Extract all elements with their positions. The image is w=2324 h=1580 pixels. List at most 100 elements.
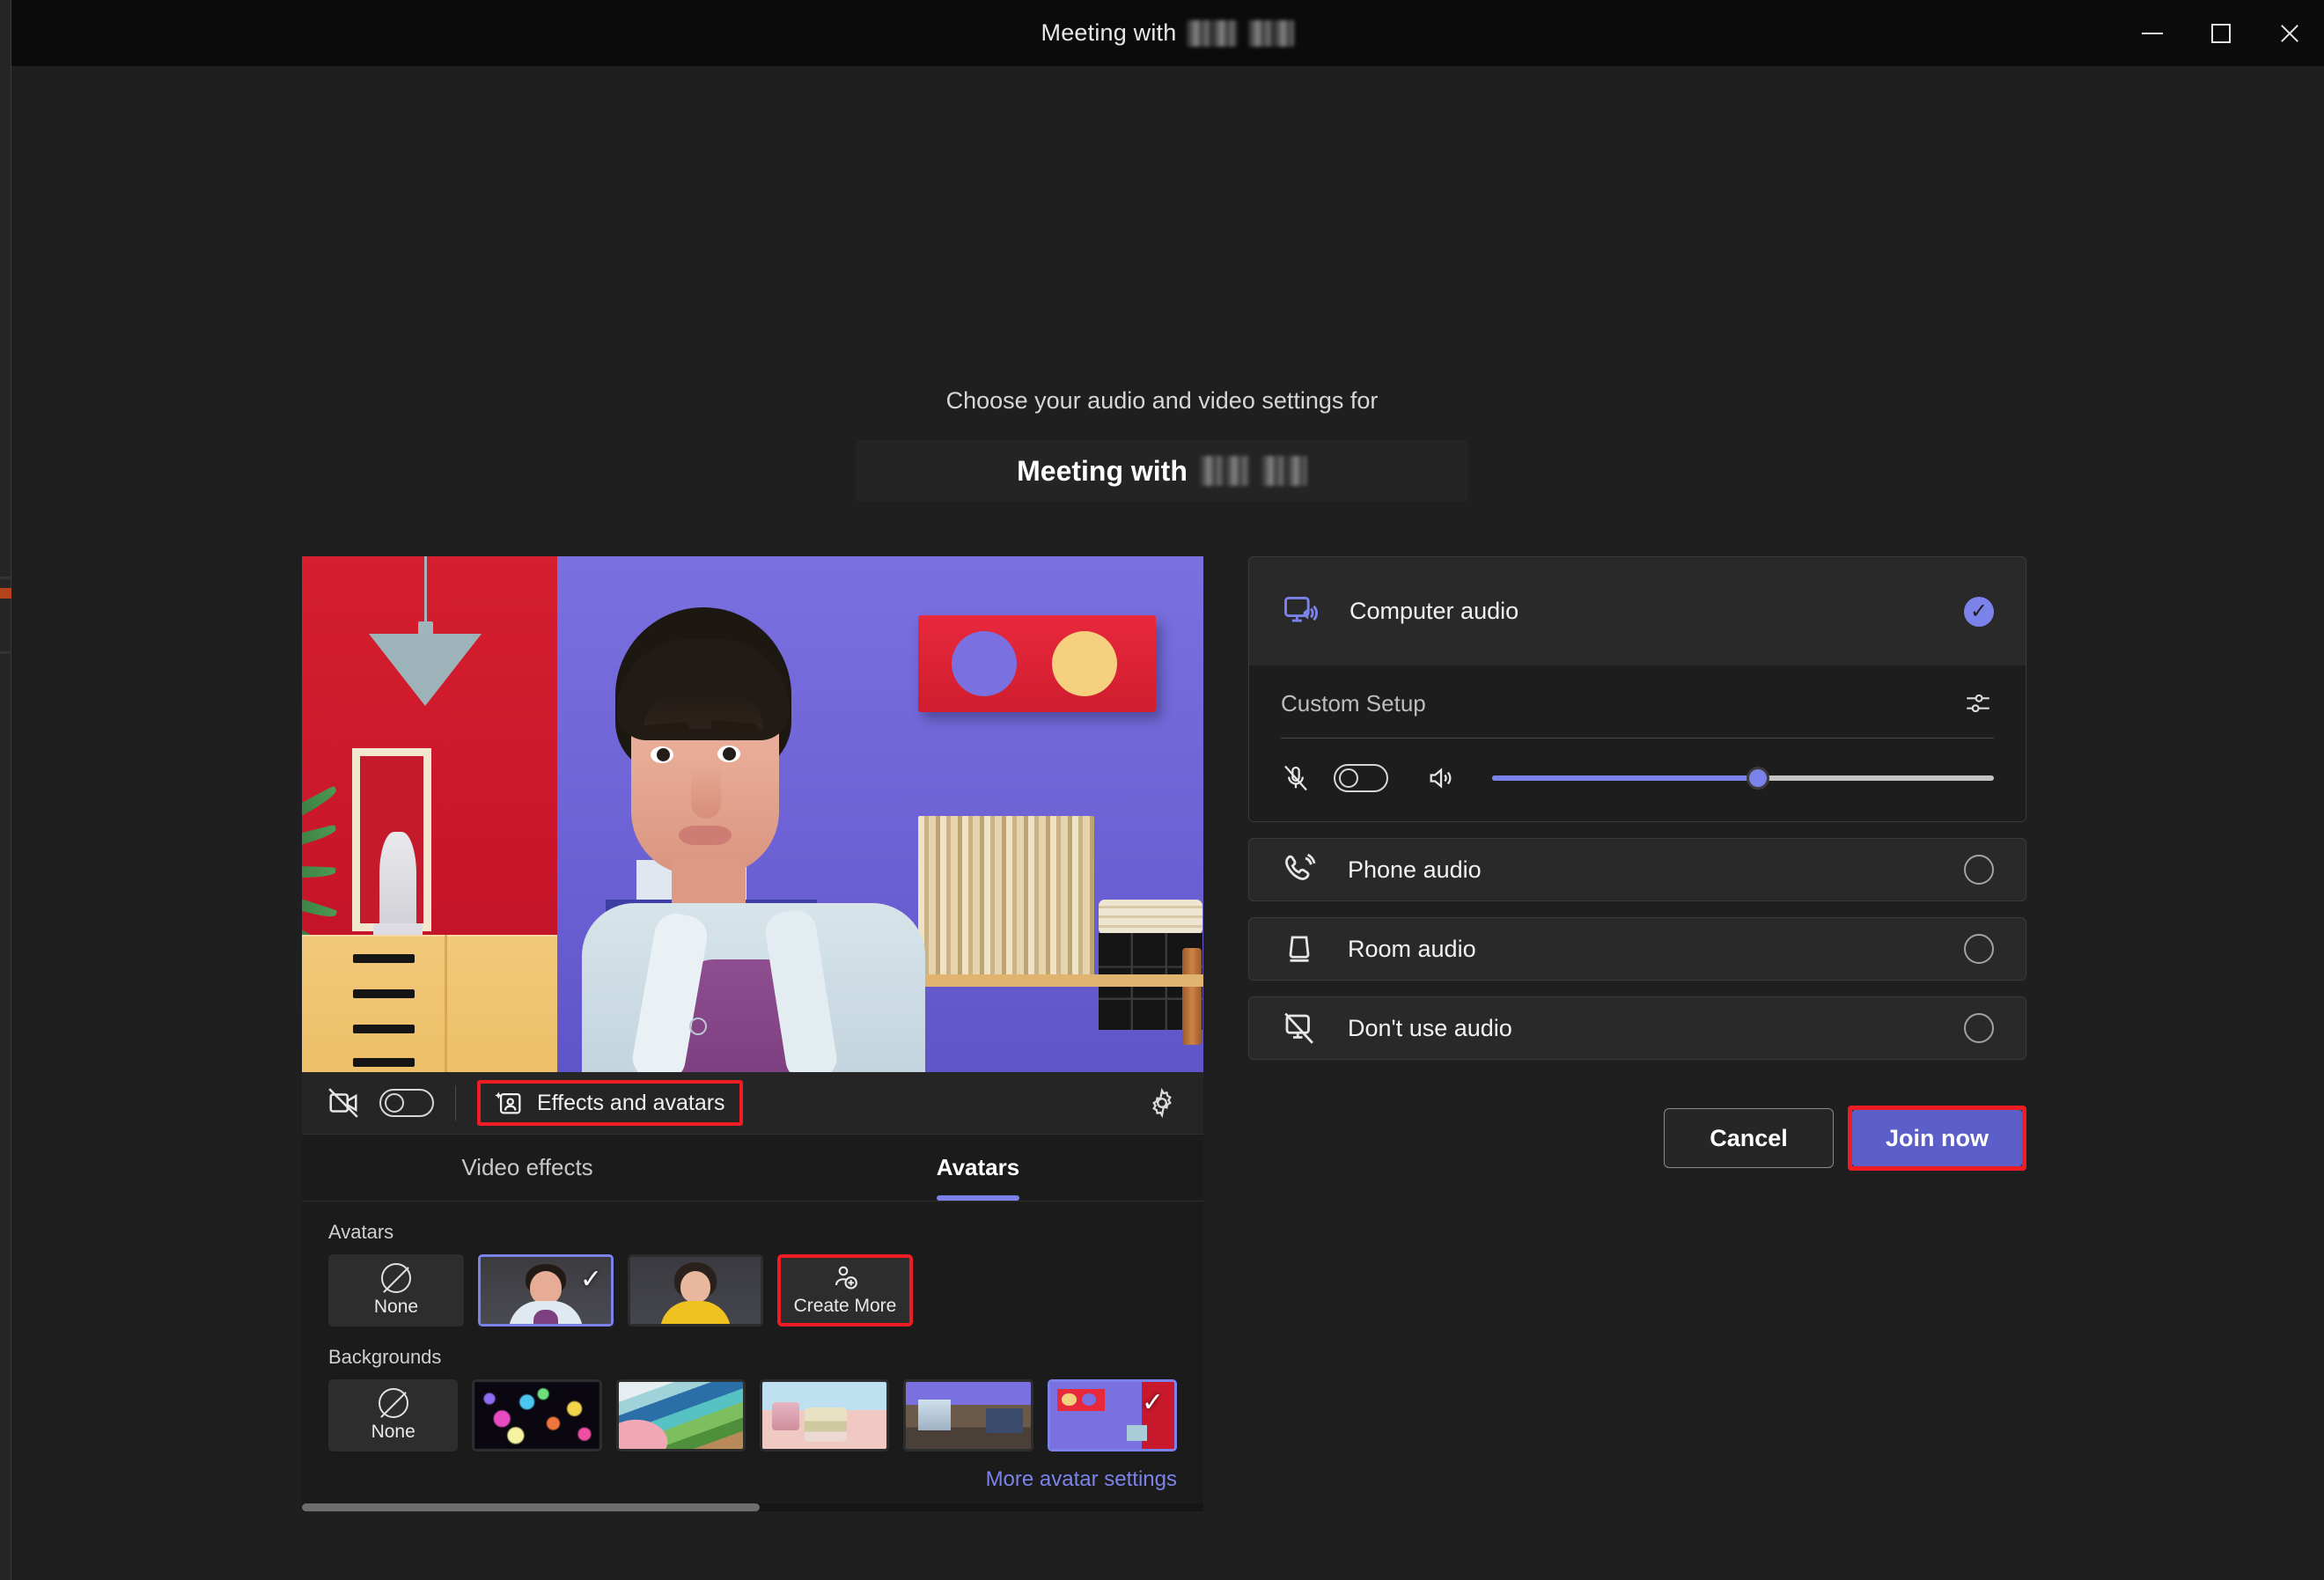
add-person-icon bbox=[830, 1264, 860, 1292]
action-buttons-row: Cancel Join now bbox=[1248, 1106, 2026, 1171]
effects-panel: Video effects Avatars Avatars None ✓ Cre… bbox=[302, 1134, 1203, 1511]
meeting-title-pill: Meeting with bbox=[856, 440, 1468, 502]
phone-audio-radio[interactable] bbox=[1964, 855, 1994, 885]
more-avatar-settings-link[interactable]: More avatar settings bbox=[302, 1451, 1203, 1511]
background-option-lights[interactable] bbox=[472, 1379, 602, 1451]
speaker-icon bbox=[1425, 763, 1457, 793]
tab-avatars[interactable]: Avatars bbox=[753, 1135, 1203, 1201]
audio-column: Computer audio ✓ Custom Setup Phone audi… bbox=[1248, 556, 2026, 1171]
dresser-handle bbox=[353, 989, 415, 998]
background-window-mark bbox=[0, 588, 11, 599]
background-option-cake[interactable] bbox=[759, 1379, 890, 1451]
computer-audio-icon bbox=[1281, 592, 1320, 631]
computer-audio-radio[interactable]: ✓ bbox=[1964, 596, 1994, 627]
avatar-option-none-label: None bbox=[373, 1297, 419, 1317]
computer-audio-card: Computer audio ✓ Custom Setup bbox=[1248, 556, 2026, 822]
no-audio-icon bbox=[1281, 1010, 1318, 1047]
meeting-title-redacted bbox=[1199, 456, 1307, 486]
teams-prejoin-window: Meeting with Choose your audio and video… bbox=[0, 0, 2324, 1580]
video-toolbar: Effects and avatars bbox=[302, 1072, 1203, 1134]
prejoin-heading: Choose your audio and video settings for bbox=[945, 387, 1379, 414]
background-thumb-image bbox=[761, 1382, 887, 1449]
background-window-mark bbox=[0, 577, 11, 579]
background-thumb-image bbox=[906, 1382, 1031, 1449]
create-more-label: Create More bbox=[793, 1296, 897, 1316]
toolbar-divider bbox=[455, 1085, 456, 1121]
tab-video-effects[interactable]: Video effects bbox=[302, 1135, 753, 1201]
avatar-option-female[interactable] bbox=[628, 1254, 763, 1326]
mic-toggle[interactable] bbox=[1334, 764, 1388, 792]
backgrounds-section-label: Backgrounds bbox=[328, 1346, 442, 1368]
title-bar: Meeting with bbox=[11, 0, 2324, 66]
window-title: Meeting with bbox=[1041, 19, 1295, 47]
create-more-avatar-button[interactable]: Create More bbox=[777, 1254, 913, 1326]
join-now-button[interactable]: Join now bbox=[1852, 1110, 2022, 1166]
dresser-divider bbox=[445, 935, 447, 1072]
phone-audio-icon bbox=[1281, 851, 1318, 888]
effects-panel-scrollbar[interactable] bbox=[302, 1503, 1203, 1511]
effects-and-avatars-button[interactable]: Effects and avatars bbox=[477, 1080, 743, 1126]
camera-off-icon[interactable] bbox=[323, 1083, 364, 1123]
video-column: Effects and avatars Video effects Avatar… bbox=[302, 556, 1203, 1511]
avatar-option-none[interactable]: None bbox=[328, 1254, 464, 1326]
background-option-none[interactable]: None bbox=[328, 1379, 459, 1451]
wooden-shelf bbox=[909, 974, 1203, 987]
custom-setup-header: Custom Setup bbox=[1281, 688, 1994, 738]
maximize-button[interactable] bbox=[2187, 0, 2255, 66]
custom-setup-title: Custom Setup bbox=[1281, 689, 1426, 717]
avatars-thumb-row: None ✓ Create More bbox=[302, 1254, 1203, 1326]
audio-sliders-icon[interactable] bbox=[1962, 688, 1994, 718]
background-option-waves[interactable] bbox=[615, 1379, 746, 1451]
bookshelf-books bbox=[918, 816, 1094, 979]
background-thumb-image bbox=[474, 1382, 599, 1449]
background-thumb-image bbox=[618, 1382, 743, 1449]
none-icon bbox=[378, 1388, 408, 1418]
custom-setup-controls bbox=[1281, 739, 1994, 795]
gear-icon[interactable] bbox=[1142, 1083, 1182, 1123]
audio-option-room[interactable]: Room audio bbox=[1248, 917, 2026, 981]
close-button[interactable] bbox=[2255, 0, 2324, 66]
effects-avatar-icon bbox=[495, 1088, 525, 1118]
background-option-none-label: None bbox=[371, 1422, 416, 1442]
maximize-icon bbox=[2211, 23, 2231, 43]
pendant-lamp-shade bbox=[369, 634, 482, 706]
background-window-strip bbox=[0, 0, 11, 1580]
no-audio-radio[interactable] bbox=[1964, 1013, 1994, 1043]
volume-slider-fill bbox=[1492, 775, 1759, 781]
room-audio-icon bbox=[1281, 930, 1318, 967]
volume-slider[interactable] bbox=[1492, 767, 1994, 790]
minimize-icon bbox=[2142, 32, 2163, 34]
camera-toggle-knob bbox=[385, 1093, 404, 1113]
audio-option-none[interactable]: Don't use audio bbox=[1248, 996, 2026, 1060]
background-selected-check-icon: ✓ bbox=[1141, 1388, 1164, 1417]
wall-art-circle-yellow bbox=[1052, 631, 1117, 696]
volume-slider-thumb[interactable] bbox=[1747, 767, 1770, 790]
room-audio-label: Room audio bbox=[1348, 935, 1476, 962]
dresser-handle bbox=[353, 1058, 415, 1067]
background-window-mark bbox=[0, 651, 11, 654]
cylinder-object bbox=[1182, 948, 1202, 1045]
background-option-room[interactable] bbox=[903, 1379, 1033, 1451]
room-audio-radio[interactable] bbox=[1964, 934, 1994, 964]
no-audio-label: Don't use audio bbox=[1348, 1014, 1512, 1041]
audio-option-phone[interactable]: Phone audio bbox=[1248, 838, 2026, 901]
avatar-option-male[interactable]: ✓ bbox=[478, 1254, 614, 1326]
camera-toggle[interactable] bbox=[379, 1089, 434, 1117]
mic-off-icon[interactable] bbox=[1281, 761, 1311, 795]
cancel-button[interactable]: Cancel bbox=[1664, 1108, 1834, 1168]
avatar-selected-check-icon: ✓ bbox=[579, 1265, 602, 1294]
audio-option-computer[interactable]: Computer audio ✓ bbox=[1249, 557, 2026, 665]
minimize-button[interactable] bbox=[2118, 0, 2187, 66]
none-icon bbox=[381, 1263, 411, 1293]
effects-and-avatars-label: Effects and avatars bbox=[537, 1090, 725, 1115]
background-option-studio[interactable]: ✓ bbox=[1047, 1379, 1177, 1451]
rolled-scrolls bbox=[1099, 900, 1202, 935]
video-preview bbox=[302, 556, 1203, 1072]
window-title-text: Meeting with bbox=[1041, 19, 1177, 46]
dresser-handle bbox=[353, 1025, 415, 1033]
statue-bust bbox=[373, 832, 423, 937]
mic-toggle-knob bbox=[1339, 768, 1358, 788]
wall-art-panel bbox=[918, 615, 1156, 712]
backgrounds-thumb-row: None ✓ bbox=[302, 1379, 1203, 1451]
phone-audio-label: Phone audio bbox=[1348, 856, 1482, 883]
